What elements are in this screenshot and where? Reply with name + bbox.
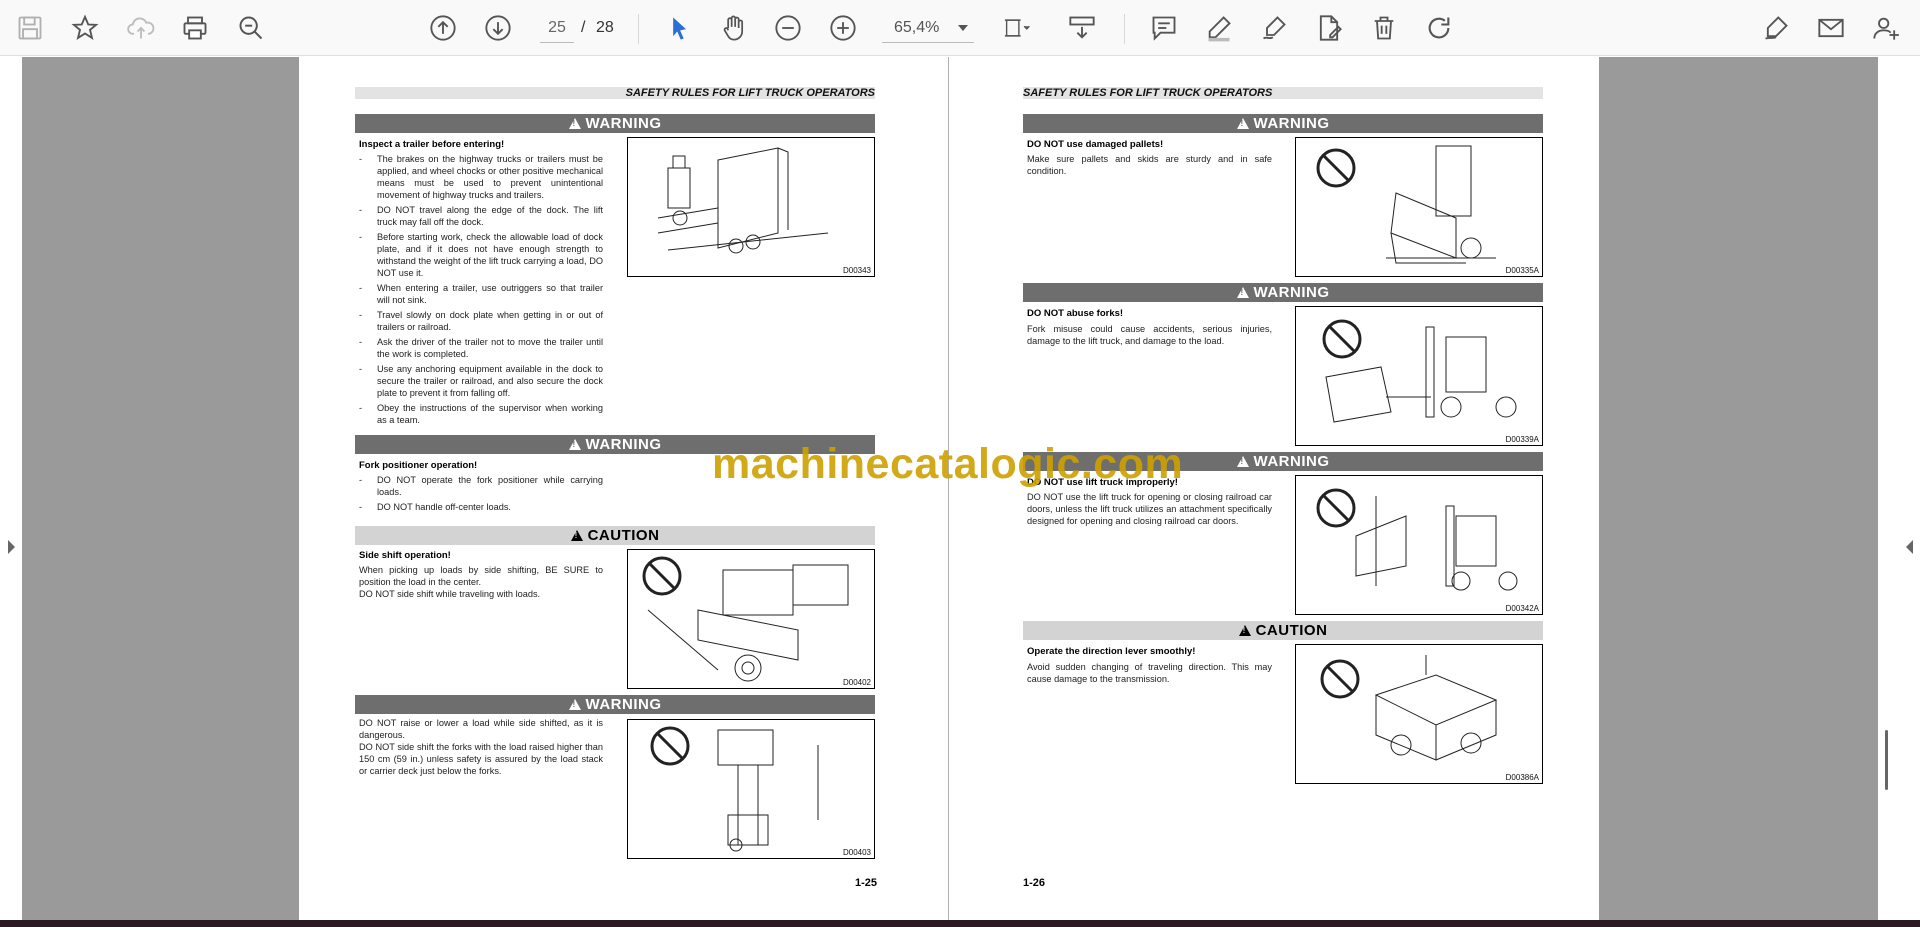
list-item: DO NOT operate the fork positioner while… <box>359 474 603 498</box>
running-head: SAFETY RULES FOR LIFT TRUCK OPERATORS <box>1023 87 1543 99</box>
watermark: machinecatalogic.com <box>712 440 1184 488</box>
rotate-icon[interactable] <box>1423 12 1455 44</box>
bullet-list: The brakes on the highway trucks or trai… <box>359 153 603 429</box>
scrollbar-thumb[interactable] <box>1885 730 1888 790</box>
raised-load-illustration: D00403 <box>627 719 875 859</box>
figure-code: D00386A <box>1505 773 1539 782</box>
fork-abuse-illustration: D00339A <box>1295 306 1543 446</box>
warning-triangle-icon <box>1236 118 1249 129</box>
page-up-icon[interactable] <box>427 12 459 44</box>
zoom-search-icon[interactable] <box>235 12 267 44</box>
page-number-input[interactable]: 25 <box>540 13 574 43</box>
warning-triangle-icon <box>568 699 581 710</box>
warning-triangle-icon <box>570 530 583 541</box>
figure-code: D00343 <box>842 266 871 275</box>
zoom-out-icon[interactable] <box>772 12 804 44</box>
scroll-mode-icon[interactable] <box>1066 12 1098 44</box>
warning-triangle-icon <box>1236 456 1249 467</box>
warning-triangle-icon <box>568 118 581 129</box>
list-item: Use any anchoring equipment available in… <box>359 363 603 399</box>
page-number: 1-26 <box>1023 877 1046 889</box>
taskbar-edge <box>0 920 1920 927</box>
page-down-icon[interactable] <box>482 12 514 44</box>
comment-icon[interactable] <box>1148 12 1180 44</box>
save-icon[interactable] <box>14 12 46 44</box>
warning-banner: WARNING <box>355 695 875 714</box>
toolbar-divider <box>1124 14 1125 44</box>
warning-banner: WARNING <box>1023 114 1543 133</box>
section-title: DO NOT abuse forks! <box>1027 308 1124 319</box>
list-item: Ask the driver of the trailer not to mov… <box>359 336 603 360</box>
side-shift-illustration: D00402 <box>627 549 875 689</box>
section-title: Inspect a trailer before entering! <box>359 139 505 150</box>
expand-left-icon <box>1906 540 1913 554</box>
right-panel-toggle[interactable] <box>1878 57 1920 920</box>
section-title: Fork positioner operation! <box>359 460 478 471</box>
figure-code: D00342A <box>1505 604 1539 613</box>
figure-code: D00403 <box>842 848 871 857</box>
warning-triangle-icon <box>568 439 581 450</box>
zoom-in-icon[interactable] <box>827 12 859 44</box>
toolbar-divider <box>638 14 639 44</box>
edit-export-icon[interactable] <box>1313 12 1345 44</box>
section-text: Make sure pallets and skids are sturdy a… <box>1027 154 1272 176</box>
expand-right-icon <box>8 540 15 554</box>
list-item: DO NOT handle off-center loads. <box>359 501 603 513</box>
section-text: DO NOT raise or lower a load while side … <box>359 718 603 776</box>
chevron-down-icon <box>958 25 968 31</box>
direction-lever-illustration: D00386A <box>1295 644 1543 784</box>
list-item: DO NOT travel along the edge of the dock… <box>359 204 603 228</box>
fill-sign-icon[interactable] <box>1760 12 1792 44</box>
figure-code: D00402 <box>842 678 871 687</box>
bookmark-star-icon[interactable] <box>69 12 101 44</box>
cloud-upload-icon[interactable] <box>125 12 157 44</box>
section-text: Fork misuse could cause accidents, serio… <box>1027 324 1272 346</box>
list-item: The brakes on the highway trucks or trai… <box>359 153 603 201</box>
figure-code: D00339A <box>1505 435 1539 444</box>
toolbar: 25 / 28 65,4% <box>0 0 1920 56</box>
section-text: DO NOT use the lift truck for opening or… <box>1027 492 1272 526</box>
add-user-icon[interactable] <box>1870 12 1902 44</box>
section-title: Operate the direction lever smoothly! <box>1027 646 1196 657</box>
damaged-pallet-illustration: D00335A <box>1295 137 1543 277</box>
section-text: When picking up loads by side shifting, … <box>359 565 603 599</box>
select-cursor-icon[interactable] <box>663 12 695 44</box>
draw-signature-icon[interactable] <box>1258 12 1290 44</box>
delete-icon[interactable] <box>1368 12 1400 44</box>
section-title: DO NOT use damaged pallets! <box>1027 139 1164 150</box>
warning-banner: WARNING <box>355 114 875 133</box>
list-item: Before starting work, check the allowabl… <box>359 231 603 279</box>
page-total: 28 <box>596 19 614 36</box>
railroad-door-illustration: D00342A <box>1295 475 1543 615</box>
highlight-pen-icon[interactable] <box>1203 12 1235 44</box>
running-head: SAFETY RULES FOR LIFT TRUCK OPERATORS <box>355 87 875 99</box>
page-number: 1-25 <box>855 877 878 889</box>
section-text: Avoid sudden changing of traveling direc… <box>1027 662 1272 684</box>
trailer-dock-illustration: D00343 <box>627 137 875 277</box>
print-icon[interactable] <box>179 12 211 44</box>
left-panel-toggle[interactable] <box>0 57 22 920</box>
figure-code: D00335A <box>1505 266 1539 275</box>
page-separator: / <box>581 19 586 36</box>
warning-banner: WARNING <box>1023 283 1543 302</box>
zoom-level-value: 65,4% <box>894 19 940 36</box>
caution-banner: CAUTION <box>355 526 875 545</box>
fit-page-icon[interactable] <box>997 12 1039 44</box>
list-item: Travel slowly on dock plate when getting… <box>359 309 603 333</box>
list-item: Obey the instructions of the supervisor … <box>359 402 603 426</box>
hand-tool-icon[interactable] <box>718 12 750 44</box>
caution-banner: CAUTION <box>1023 621 1543 640</box>
list-item: When entering a trailer, use outriggers … <box>359 282 603 306</box>
warning-triangle-icon <box>1238 625 1251 636</box>
zoom-level-select[interactable]: 65,4% <box>882 13 974 43</box>
warning-triangle-icon <box>1236 287 1249 298</box>
bullet-list: DO NOT operate the fork positioner while… <box>359 474 603 516</box>
section-title: Side shift operation! <box>359 550 451 561</box>
email-icon[interactable] <box>1815 12 1847 44</box>
